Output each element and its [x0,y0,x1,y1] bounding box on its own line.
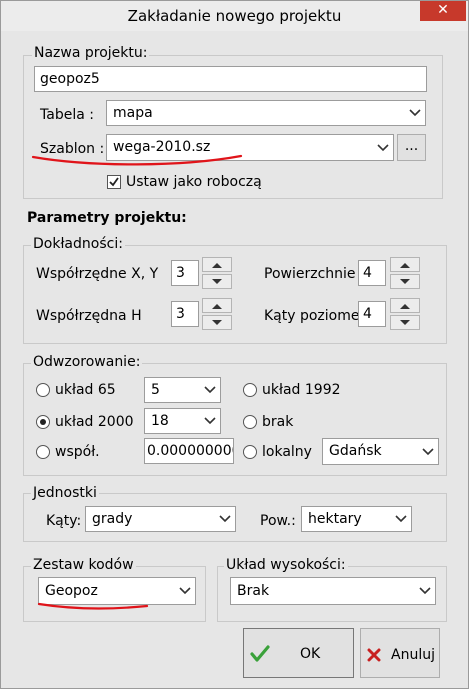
arrow-down-icon [212,320,222,325]
u1992-radio[interactable] [243,383,257,397]
template-underline-annotation [31,154,243,166]
chevron-down-icon [204,417,216,425]
h-precision-input[interactable]: 3 [171,301,199,327]
height-system-select-value: Brak [237,583,270,599]
arrow-up-icon [212,304,222,309]
angles-unit-select[interactable]: grady [85,506,236,532]
area-unit-select[interactable]: hektary [301,506,412,532]
area-precision-stepper[interactable] [390,257,420,289]
table-label: Tabela : [40,107,94,123]
lokalny-select[interactable]: Gdańsk [322,438,439,465]
height-system-group-label: Układ wysokości: [224,557,348,573]
set-working-checkbox[interactable] [107,175,121,189]
u65-label: układ 65 [55,382,116,398]
u1992-label: układ 1992 [262,382,341,398]
u65-zone-select[interactable]: 5 [144,377,221,403]
ok-button[interactable]: OK [243,628,354,678]
arrow-up-icon [212,263,222,268]
close-icon: ✕ [437,2,449,18]
angles-unit-label: Kąty: [46,513,82,529]
title-bar: Zakładanie nowego projektu ✕ [1,1,468,31]
brak-label: brak [262,414,294,430]
parameters-heading: Parametry projektu: [27,210,187,226]
height-system-select[interactable]: Brak [230,577,436,605]
codes-select-value: Geopoz [45,583,98,599]
arrow-down-icon [212,279,222,284]
chevron-down-icon [419,587,431,595]
chevron-down-icon [219,515,231,523]
u65-radio[interactable] [36,383,50,397]
u2000-zone-select[interactable]: 18 [144,408,221,434]
u2000-label: układ 2000 [55,414,134,430]
angles-unit-value: grady [92,511,133,527]
u2000-radio[interactable] [36,415,50,429]
project-name-group-label: Nazwa projektu: [32,45,150,61]
checkmark-icon [109,177,119,187]
units-group-label: Jednostki [31,485,99,501]
codes-group-label: Zestaw kodów [31,557,136,573]
chevron-down-icon [179,587,191,595]
browse-template-button[interactable]: ... [397,134,426,161]
area-precision-label: Powierzchnie [264,266,356,282]
close-button[interactable]: ✕ [420,1,466,21]
xy-precision-stepper[interactable] [202,257,232,289]
area-unit-value: hektary [308,511,362,527]
arrow-up-icon [400,263,410,268]
angle-precision-input[interactable]: 4 [358,301,386,327]
table-select-value: mapa [113,105,153,121]
cancel-button[interactable]: Anuluj [360,628,440,678]
u65-zone-value: 5 [151,382,160,398]
ok-button-label: OK [300,646,321,662]
wspol-label: współ. [55,444,100,460]
chevron-down-icon [395,515,407,523]
checkmark-icon [250,645,270,662]
chevron-down-icon [422,447,434,455]
angle-precision-label: Kąty poziome [264,308,360,324]
table-select[interactable]: mapa [106,100,426,126]
arrow-down-icon [400,320,410,325]
area-precision-input[interactable]: 4 [358,260,386,286]
cross-icon [367,648,381,662]
projection-group-label: Odwzorowanie: [31,354,143,370]
wspol-radio[interactable] [36,445,50,459]
set-working-label: Ustaw jako roboczą [126,174,262,190]
chevron-down-icon [409,109,421,117]
u2000-zone-value: 18 [151,413,169,429]
browse-button-label: ... [404,138,419,154]
lokalny-radio[interactable] [243,445,257,459]
brak-radio[interactable] [243,415,257,429]
area-unit-label: Pow.: [260,513,296,529]
project-name-input[interactable]: geopoz5 [34,66,427,92]
xy-precision-label: Współrzędne X, Y [36,266,159,282]
cancel-button-label: Anuluj [391,647,435,663]
angle-precision-stepper[interactable] [390,298,420,330]
wspol-input[interactable]: 0.0000000000 [144,438,234,464]
lokalny-select-value: Gdańsk [329,443,382,459]
h-precision-stepper[interactable] [202,298,232,330]
chevron-down-icon [204,386,216,394]
xy-precision-input[interactable]: 3 [171,260,199,286]
chevron-down-icon [377,143,389,151]
window-title: Zakładanie nowego projektu [127,7,342,25]
lokalny-label: lokalny [262,444,312,460]
dialog-window: Zakładanie nowego projektu ✕ Nazwa proje… [0,0,469,689]
arrow-up-icon [400,304,410,309]
h-precision-label: Współrzędna H [36,308,142,324]
codes-underline-annotation [37,602,149,610]
precision-group-label: Dokładności: [31,236,125,252]
arrow-down-icon [400,279,410,284]
